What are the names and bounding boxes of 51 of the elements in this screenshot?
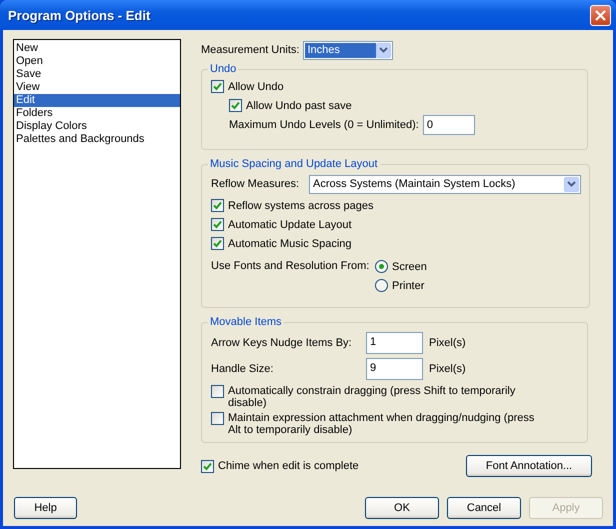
field-label: Reflow Measures: [211,178,300,190]
field-label: Maximum Undo Levels (0 = Unlimited): [229,119,419,131]
checkbox-label: Automatic Music Spacing [228,238,352,250]
category-item[interactable]: Save [14,68,180,81]
category-item[interactable]: Display Colors [14,120,180,133]
category-item[interactable]: Edit [14,94,180,107]
checkbox[interactable] [211,385,224,398]
field-label: Use Fonts and Resolution From: [211,259,370,274]
group-title: Movable Items [209,316,283,328]
radio-label: Printer [392,280,424,292]
checkbox-label: Allow Undo [228,80,284,92]
radio-button[interactable] [375,260,388,273]
field-label: Handle Size: [211,363,274,375]
dialog-button[interactable]: Help [14,497,77,519]
unit-label: Pixel(s) [429,337,466,349]
checkbox[interactable] [211,237,224,250]
window-title: Program Options - Edit [8,8,150,22]
field-label: Arrow Keys Nudge Items By: [211,337,353,349]
field-label: Measurement Units: [201,44,300,56]
category-item[interactable]: Palettes and Backgrounds [14,133,180,146]
checkbox-label: Automatically constrain dragging (press Shift to temporarily disable) [228,385,516,409]
checkbox-label: Chime when edit is complete [218,460,359,472]
checkbox-label: Maintain expression attachment when dragging/nudging (press Alt to temporarily disable) [228,412,536,436]
checkbox-label: Reflow systems across pages [228,200,374,212]
checkbox[interactable] [211,80,224,93]
category-item[interactable]: New [14,42,180,55]
reflow-dropdown[interactable]: Across Systems (Maintain System Locks) [309,174,581,194]
radio-button[interactable] [375,279,388,292]
font-annotation-button[interactable]: Font Annotation... [466,455,592,477]
close-icon [594,8,607,22]
units-dropdown[interactable]: Inches [303,40,394,60]
radio-label: Screen [392,260,427,272]
checkbox[interactable] [211,199,224,212]
input-field[interactable]: 0 [422,115,475,135]
dialog-button[interactable]: Cancel [447,497,521,519]
checkbox[interactable] [211,412,224,425]
category-item[interactable]: View [14,81,180,94]
input-field[interactable]: 9 [366,358,423,380]
category-item[interactable]: Open [14,55,180,68]
category-item[interactable]: Folders [14,107,180,120]
checkbox[interactable] [211,218,224,231]
checkbox-label: Allow Undo past save [246,100,352,112]
group-title: Music Spacing and Update Layout [209,158,379,170]
checkbox[interactable] [229,99,242,112]
dialog-button[interactable]: OK [365,497,439,519]
close-button[interactable] [590,4,611,26]
group-title: Undo [209,63,238,75]
unit-label: Pixel(s) [429,363,466,375]
checkbox-label: Automatic Update Layout [228,218,352,230]
input-field[interactable]: 1 [366,332,423,354]
checkbox[interactable] [201,460,214,472]
